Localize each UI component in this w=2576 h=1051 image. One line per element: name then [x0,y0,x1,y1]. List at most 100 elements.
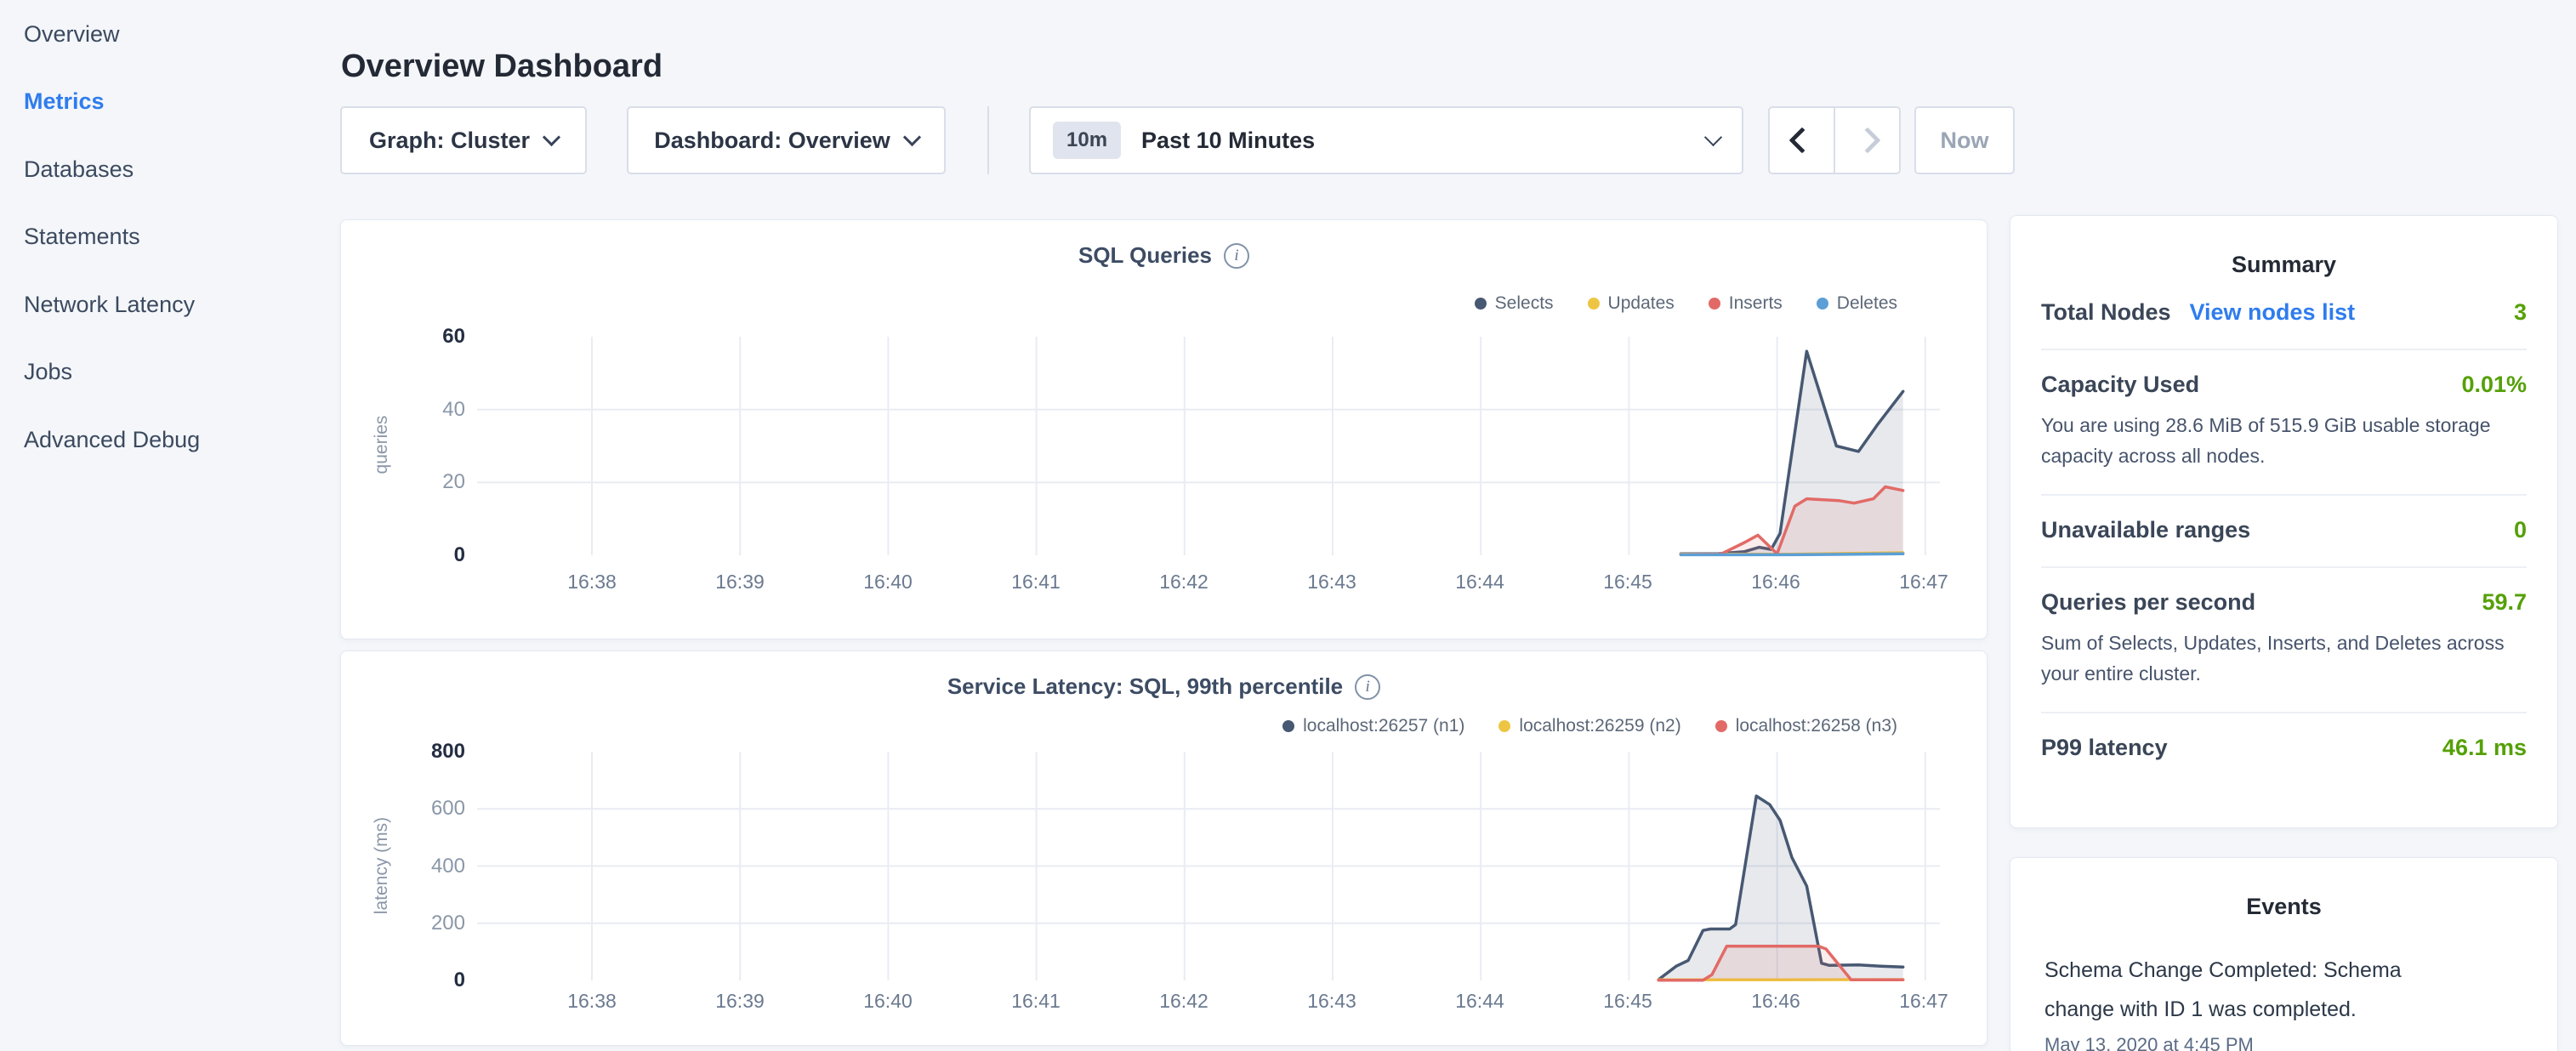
x-tick-label: 16:44 [1406,990,1554,1013]
chevron-down-icon [543,128,560,145]
y-tick-label: 40 [442,396,465,423]
time-back-button[interactable] [1770,108,1834,173]
page-title: Overview Dashboard [341,48,662,85]
x-tick-label: 16:43 [1258,990,1406,1013]
chevron-down-icon [903,128,921,145]
event-message[interactable]: Schema Change Completed: Schema change w… [2044,951,2431,1029]
time-range-badge: 10m [1053,122,1121,159]
y-tick-label: 0 [454,542,465,569]
legend-item[interactable]: localhost:26259 (n2) [1498,716,1680,736]
summary-row-queries-per-second: Queries per second 59.7 Sum of Selects, … [2041,568,2527,713]
x-axis-ticks: 16:3816:3916:4016:4116:4216:4316:4416:45… [518,571,1998,594]
time-range-label: Past 10 Minutes [1141,128,1686,154]
legend-label: localhost:26259 (n2) [1519,716,1680,736]
graph-scope-label: Graph: Cluster [369,128,530,154]
summary-row-p99-latency: P99 latency 46.1 ms [2041,713,2527,784]
legend-dot-icon [1282,720,1294,732]
summary-row-value: 0 [2514,517,2527,543]
x-tick-label: 16:45 [1554,571,1702,594]
summary-row-value: 0.01% [2461,372,2527,398]
legend-dot-icon [1475,298,1487,310]
legend-label: Selects [1495,293,1554,314]
sidebar-item-advanced-debug[interactable]: Advanced Debug [24,423,200,457]
chart-legend: localhost:26257 (n1) localhost:26259 (n2)… [1248,716,1897,736]
time-step-buttons [1768,106,1901,174]
sidebar-item-metrics[interactable]: Metrics [24,84,105,118]
info-icon[interactable]: i [1355,674,1380,700]
y-axis-title: latency (ms) [372,781,392,951]
summary-row-label: P99 latency [2041,735,2168,761]
chart-title: SQL Queries [1078,242,1212,269]
now-button[interactable]: Now [1914,106,2015,174]
legend-item[interactable]: Updates [1588,293,1675,314]
chart-plot[interactable] [477,328,1940,562]
summary-row-label: Capacity Used [2041,372,2199,398]
y-tick-label: 0 [454,967,465,994]
chart-plot[interactable] [477,745,1940,991]
y-tick-label: 20 [442,469,465,496]
x-tick-label: 16:40 [814,571,962,594]
chart-legend: Selects Updates Inserts Deletes [1441,293,1897,314]
y-tick-label: 800 [431,738,465,765]
legend-item[interactable]: Deletes [1817,293,1897,314]
y-axis-title: queries [372,360,392,530]
events-title: Events [2044,894,2523,920]
summary-row-capacity-used: Capacity Used 0.01% You are using 28.6 M… [2041,350,2527,496]
sidebar-item-network-latency[interactable]: Network Latency [24,287,195,321]
legend-item[interactable]: Inserts [1709,293,1783,314]
legend-label: Deletes [1837,293,1897,314]
info-icon[interactable]: i [1224,243,1249,269]
events-panel: Events Schema Change Completed: Schema c… [2010,857,2558,1051]
event-timestamp: May 13, 2020 at 4:45 PM [2044,1034,2523,1051]
time-forward-button[interactable] [1834,108,1899,173]
summary-row-label: Unavailable ranges [2041,517,2250,543]
chevron-down-icon [1704,128,1722,145]
y-tick-label: 200 [431,910,465,937]
sql-queries-chart-card: SQL Queries i Selects Updates Inserts Delet… [340,219,1987,639]
now-button-label: Now [1941,128,1989,154]
legend-item[interactable]: localhost:26257 (n1) [1282,716,1464,736]
summary-row-subtext: Sum of Selects, Updates, Inserts, and De… [2041,628,2527,689]
legend-dot-icon [1709,298,1720,310]
y-axis-ticks: 0200400600800 [390,745,465,991]
x-tick-label: 16:38 [518,571,666,594]
x-tick-label: 16:38 [518,990,666,1013]
sidebar-item-overview[interactable]: Overview [24,17,120,51]
x-tick-label: 16:43 [1258,571,1406,594]
summary-row-unavailable-ranges: Unavailable ranges 0 [2041,496,2527,568]
x-axis-ticks: 16:3816:3916:4016:4116:4216:4316:4416:45… [518,990,1998,1013]
service-latency-chart-card: Service Latency: SQL, 99th percentile i … [340,650,1987,1046]
app-root: Overview Metrics Databases Statements Ne… [0,0,2576,1051]
summary-row-subtext: You are using 28.6 MiB of 515.9 GiB usab… [2041,410,2527,471]
legend-item[interactable]: Selects [1475,293,1554,314]
view-nodes-list-link[interactable]: View nodes list [2190,299,2356,326]
x-tick-label: 16:40 [814,990,962,1013]
summary-title: Summary [2041,252,2527,278]
x-tick-label: 16:39 [666,571,814,594]
dashboard-label: Dashboard: Overview [654,128,890,154]
sidebar-item-databases[interactable]: Databases [24,152,134,186]
legend-item[interactable]: localhost:26258 (n3) [1715,716,1897,736]
summary-row-label: Total Nodes [2041,299,2171,326]
x-tick-label: 16:42 [1110,990,1258,1013]
x-tick-label: 16:41 [962,990,1110,1013]
toolbar-divider [987,106,989,174]
x-tick-label: 16:39 [666,990,814,1013]
graph-scope-dropdown[interactable]: Graph: Cluster [340,106,587,174]
chevron-left-icon [1788,127,1815,153]
sidebar-item-jobs[interactable]: Jobs [24,355,72,389]
y-tick-label: 400 [431,853,465,880]
time-range-selector[interactable]: 10m Past 10 Minutes [1029,106,1743,174]
sidebar-item-statements[interactable]: Statements [24,219,140,253]
legend-label: localhost:26258 (n3) [1736,716,1897,736]
x-tick-label: 16:47 [1850,571,1998,594]
x-tick-label: 16:44 [1406,571,1554,594]
summary-panel: Summary Total Nodes View nodes list 3 Ca… [2010,215,2558,828]
dashboard-dropdown[interactable]: Dashboard: Overview [627,106,946,174]
x-tick-label: 16:47 [1850,990,1998,1013]
legend-dot-icon [1715,720,1727,732]
summary-row-value: 59.7 [2482,589,2527,616]
legend-dot-icon [1817,298,1828,310]
x-tick-label: 16:45 [1554,990,1702,1013]
summary-row-label: Queries per second [2041,589,2255,616]
